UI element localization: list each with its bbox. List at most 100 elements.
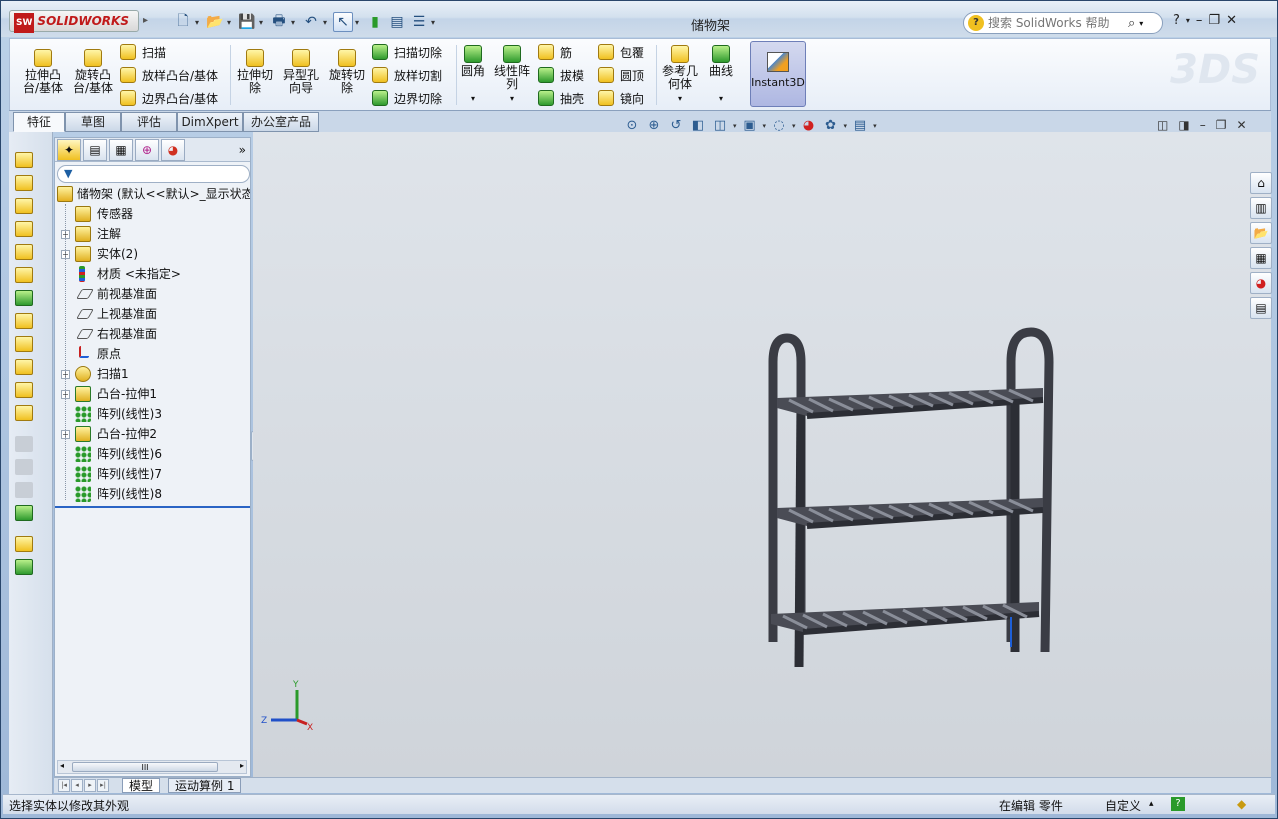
apply-scene-dropdown-icon[interactable]: ▾ (844, 122, 848, 130)
design-library-icon[interactable]: ▥ (1250, 197, 1272, 219)
wrap-button[interactable]: 包覆 (598, 42, 644, 62)
curves-dropdown-icon[interactable]: ▾ (704, 92, 738, 105)
help-search-input[interactable] (988, 16, 1128, 30)
view-orientation-dropdown-icon[interactable]: ▾ (733, 122, 737, 130)
edit-appearance-icon[interactable]: ◕ (800, 118, 818, 134)
open-file-icon[interactable]: 📂 (205, 12, 225, 32)
rib-button[interactable]: 筋 (538, 42, 572, 62)
scroll-thumb[interactable]: III (72, 762, 218, 772)
storage-rack-model[interactable] (753, 322, 1063, 682)
undo-dropdown-icon[interactable]: ▾ (323, 18, 331, 27)
instant3d-button[interactable]: Instant3D (750, 41, 806, 107)
feature-tree-scrollbar[interactable]: ◂ III ▸ (57, 760, 247, 774)
tree-item[interactable]: + 凸台-拉伸1 (55, 384, 250, 404)
feature-tree-tab-icon[interactable]: ✦ (57, 138, 81, 161)
prev-tab-icon[interactable]: ◂ (71, 779, 83, 792)
hide-show-dropdown-icon[interactable]: ▾ (792, 122, 796, 130)
tree-item[interactable]: + 注解 (55, 224, 250, 244)
select-pointer-icon[interactable]: ↖ (333, 12, 353, 32)
help-button[interactable]: ? (1173, 13, 1180, 29)
tree-item[interactable]: + 扫描1 (55, 364, 250, 384)
apply-scene-icon[interactable]: ✿ (822, 118, 840, 134)
doc-minimize-icon[interactable]: – (1200, 118, 1206, 132)
hide-show-items-icon[interactable]: ◌ (770, 118, 788, 134)
options-icon[interactable]: ☰ (409, 12, 429, 32)
file-properties-icon[interactable]: ▤ (387, 12, 407, 32)
file-explorer-icon[interactable]: 📂 (1250, 222, 1272, 244)
solidworks-resources-icon[interactable]: ⌂ (1250, 172, 1272, 194)
minimize-icon[interactable]: – (1196, 13, 1203, 29)
tree-item[interactable]: 上视基准面 (55, 304, 250, 324)
scroll-left-icon[interactable]: ◂ (60, 761, 64, 770)
tree-item[interactable]: 右视基准面 (55, 324, 250, 344)
toolbar-revolve-icon[interactable] (15, 175, 33, 191)
appearances-scenes-icon[interactable]: ◕ (1250, 272, 1272, 294)
toolbar-sweep-icon[interactable] (15, 198, 33, 214)
viewport-tile-icon[interactable]: ◨ (1178, 118, 1189, 132)
revolve-cut-button[interactable]: 旋转切 除 (326, 49, 368, 95)
help-search-box[interactable]: ? ⌕ ▾ (963, 12, 1163, 34)
tree-item[interactable]: 阵列(线性)7 (55, 464, 250, 484)
property-manager-tab-icon[interactable]: ▤ (83, 138, 107, 161)
view-palette-icon[interactable]: ▦ (1250, 247, 1272, 269)
select-dropdown-icon[interactable]: ▾ (355, 18, 363, 27)
toolbar-extrude-icon[interactable] (15, 152, 33, 168)
solidworks-logo-menu[interactable]: SW SOLIDWORKS ▸ (9, 10, 148, 33)
toolbar-draft-icon[interactable] (15, 290, 33, 306)
tab-office-products[interactable]: 办公室产品 (243, 112, 319, 132)
undo-icon[interactable]: ↶ (301, 12, 321, 32)
tree-item[interactable]: 阵列(线性)8 (55, 484, 250, 504)
tab-sketch[interactable]: 草图 (65, 112, 121, 132)
tab-dimxpert[interactable]: DimXpert (177, 112, 243, 132)
revolve-boss-button[interactable]: 旋转凸 台/基体 (70, 49, 116, 95)
scroll-right-icon[interactable]: ▸ (240, 761, 244, 770)
extrude-cut-button[interactable]: 拉伸切 除 (234, 49, 276, 95)
restore-icon[interactable]: ❐ (1208, 13, 1220, 29)
sweep-cut-button[interactable]: 扫描切除 (372, 42, 442, 62)
next-tab-icon[interactable]: ▸ (84, 779, 96, 792)
rollback-bar[interactable] (55, 506, 250, 508)
last-tab-icon[interactable]: ▸| (97, 779, 109, 792)
tab-model[interactable]: 模型 (122, 778, 161, 793)
toolbar-shell-icon[interactable] (15, 313, 33, 329)
tab-evaluate[interactable]: 评估 (121, 112, 177, 132)
draft-button[interactable]: 拔模 (538, 65, 584, 85)
view-settings-dropdown-icon[interactable]: ▾ (873, 122, 877, 130)
tree-item[interactable]: 原点 (55, 344, 250, 364)
view-settings-icon[interactable]: ▤ (851, 118, 869, 134)
pattern-dropdown-icon[interactable]: ▾ (492, 92, 532, 105)
tree-item[interactable]: 前视基准面 (55, 284, 250, 304)
curves-button[interactable]: 曲线 ▾ (704, 45, 738, 105)
mirror-button[interactable]: 镜向 (598, 88, 644, 108)
viewport-split-icon[interactable]: ◫ (1157, 118, 1168, 132)
toolbar-curves-icon[interactable] (15, 559, 33, 575)
display-style-dropdown-icon[interactable]: ▾ (763, 122, 767, 130)
fillet-dropdown-icon[interactable]: ▾ (458, 92, 488, 105)
save-icon[interactable]: 💾 (237, 12, 257, 32)
first-tab-icon[interactable]: |◂ (58, 779, 70, 792)
toolbar-fillet-icon[interactable] (15, 505, 33, 521)
tree-item[interactable]: + 实体(2) (55, 244, 250, 264)
dome-button[interactable]: 圆顶 (598, 65, 644, 85)
tab-motion-study[interactable]: 运动算例 1 (168, 778, 242, 793)
tree-item[interactable]: 阵列(线性)3 (55, 404, 250, 424)
tree-item[interactable]: 传感器 (55, 204, 250, 224)
close-icon[interactable]: ✕ (1226, 13, 1237, 29)
previous-view-icon[interactable]: ↺ (667, 118, 685, 134)
expand-tabs-icon[interactable]: » (239, 143, 246, 157)
help-dropdown-icon[interactable]: ▾ (1186, 13, 1190, 29)
toolbar-rib-icon[interactable] (15, 336, 33, 352)
search-dropdown-icon[interactable]: ▾ (1139, 19, 1143, 28)
sweep-button[interactable]: 扫描 (120, 42, 166, 62)
save-dropdown-icon[interactable]: ▾ (259, 18, 267, 27)
section-view-icon[interactable]: ◧ (689, 118, 707, 134)
rebuild-status-icon[interactable]: ◆ (1237, 797, 1246, 811)
custom-properties-icon[interactable]: ▤ (1250, 297, 1272, 319)
loft-boss-button[interactable]: 放样凸台/基体 (120, 65, 218, 85)
toolbar-loft-icon[interactable] (15, 221, 33, 237)
toolbar-boundary-icon[interactable] (15, 244, 33, 260)
rebuild-icon[interactable]: ▮ (365, 12, 385, 32)
extrude-boss-button[interactable]: 拉伸凸 台/基体 (20, 49, 66, 95)
reference-geometry-button[interactable]: 参考几 何体 ▾ (660, 45, 700, 105)
open-dropdown-icon[interactable]: ▾ (227, 18, 235, 27)
